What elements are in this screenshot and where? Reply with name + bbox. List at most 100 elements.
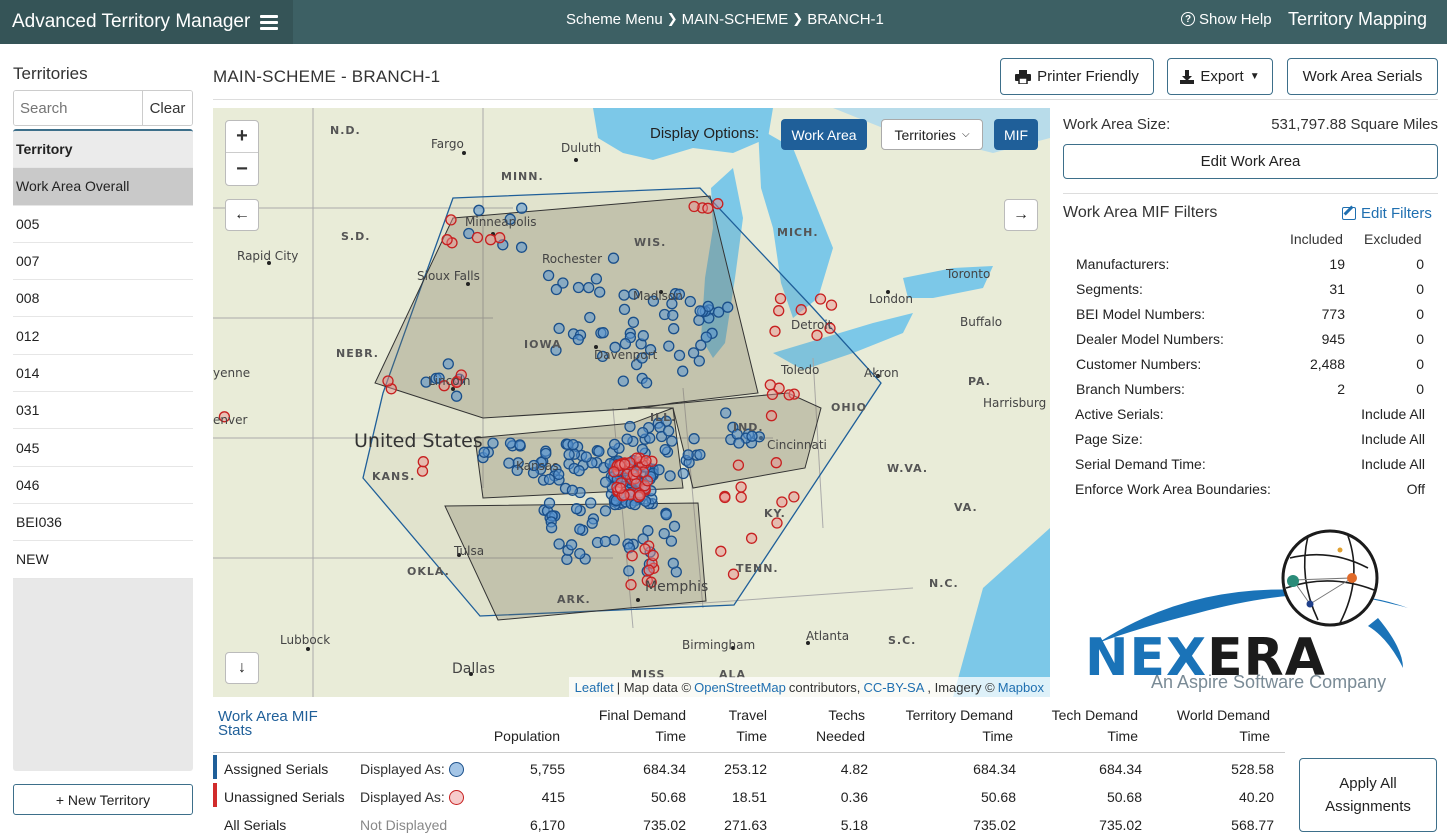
serial-marker[interactable] [773,305,785,317]
territory-item[interactable]: 031 [13,392,193,430]
pan-left-button[interactable]: ← [225,199,259,231]
serial-marker[interactable] [627,316,640,328]
serial-marker[interactable] [545,522,558,534]
serial-marker[interactable] [765,410,778,422]
serial-marker[interactable] [745,532,758,544]
hamburger-menu-icon[interactable] [260,14,279,30]
serial-marker[interactable] [566,484,579,496]
serial-marker[interactable] [688,200,700,213]
serial-marker[interactable] [585,497,597,509]
mapbox-link[interactable]: Mapbox [998,680,1044,695]
serial-marker[interactable] [608,466,620,478]
serial-marker[interactable] [590,273,603,285]
serial-marker[interactable] [516,202,528,214]
mif-toggle[interactable]: MIF [994,119,1038,150]
serial-marker[interactable] [567,438,579,451]
serial-marker[interactable] [565,539,578,551]
serial-marker[interactable] [607,252,620,264]
serial-marker[interactable] [540,447,552,460]
clear-search-button[interactable]: Clear [142,91,192,125]
serial-marker[interactable] [695,339,707,351]
serial-marker[interactable] [514,439,526,451]
serial-marker[interactable] [618,289,630,301]
serial-marker[interactable] [441,234,453,246]
territory-item[interactable]: 005 [13,205,193,243]
serial-marker[interactable] [504,437,517,449]
serial-marker[interactable] [664,470,676,482]
serial-marker[interactable] [640,377,653,389]
new-territory-button[interactable]: + New Territory [13,784,193,815]
territory-map[interactable]: N.D. Fargo Duluth MINN. MICH. Minneapoli… [213,108,1050,697]
breadcrumb-scheme-menu[interactable]: Scheme Menu [566,11,663,28]
serial-marker[interactable] [382,375,394,387]
serial-marker[interactable] [623,565,635,577]
serial-marker[interactable] [618,303,631,316]
serial-marker[interactable] [553,322,565,335]
territory-item[interactable]: 014 [13,354,193,393]
serial-marker[interactable] [572,281,585,294]
serial-marker[interactable] [543,497,556,509]
serial-marker[interactable] [783,389,795,401]
serial-marker[interactable] [574,547,586,560]
serial-marker[interactable] [494,232,506,244]
serial-marker[interactable] [573,465,585,477]
territory-item[interactable]: BEI036 [13,503,193,542]
serial-marker[interactable] [503,457,515,469]
pan-down-button[interactable]: ↓ [225,652,259,684]
serial-marker[interactable] [825,299,838,311]
serial-marker[interactable] [673,349,686,362]
breadcrumb-main-scheme[interactable]: MAIN-SCHEME [682,11,789,28]
serial-marker[interactable] [450,390,463,402]
serial-marker[interactable] [795,304,807,316]
serial-marker[interactable] [417,456,429,468]
serial-marker[interactable] [484,234,497,246]
territory-item-work-area-overall[interactable]: Work Area Overall [13,168,193,206]
serial-marker[interactable] [647,549,659,562]
apply-all-assignments-button[interactable]: Apply All Assignments [1299,758,1437,832]
serial-marker[interactable] [442,358,454,370]
serial-marker[interactable] [693,355,705,367]
edit-filters-link[interactable]: Edit Filters [1342,205,1432,222]
serial-marker[interactable] [624,420,636,433]
serial-marker[interactable] [574,523,586,535]
serial-marker[interactable] [719,491,731,504]
serial-marker[interactable] [682,449,694,461]
serial-marker[interactable] [593,445,605,458]
serial-marker[interactable] [487,437,499,449]
serial-marker[interactable] [660,509,672,521]
serial-marker[interactable] [694,305,706,317]
territory-item[interactable]: 046 [13,466,193,504]
serial-marker[interactable] [814,293,827,305]
serial-marker[interactable] [663,340,675,352]
serial-marker[interactable] [630,465,642,478]
serial-marker[interactable] [599,505,612,517]
serial-marker[interactable] [667,557,679,569]
serial-marker[interactable] [722,301,734,313]
serial-marker[interactable] [584,311,596,324]
territory-item[interactable]: 045 [13,429,193,467]
serial-marker[interactable] [788,491,800,503]
serial-marker[interactable] [572,333,584,346]
serial-marker[interactable] [561,553,573,566]
serial-marker[interactable] [599,476,612,488]
show-help-link[interactable]: ? Show Help [1181,0,1272,38]
serial-marker[interactable] [668,323,680,335]
serial-marker[interactable] [586,517,598,529]
export-dropdown[interactable]: Export ▼ [1167,58,1273,95]
serial-marker[interactable] [776,496,788,508]
serial-marker[interactable] [677,365,689,377]
serial-marker[interactable] [712,306,725,318]
zoom-in-button[interactable]: + [226,121,258,153]
serial-marker[interactable] [416,465,429,477]
serial-marker[interactable] [667,309,679,321]
serial-marker[interactable] [712,198,724,210]
serial-marker[interactable] [583,281,595,294]
serial-marker[interactable] [614,482,627,494]
territories-dropdown[interactable]: Territories ⌵ [881,119,983,150]
work-area-serials-button[interactable]: Work Area Serials [1287,58,1438,95]
serial-marker[interactable] [702,202,714,214]
serial-marker[interactable] [653,464,665,476]
serial-marker[interactable] [634,489,646,501]
territory-search-input[interactable] [14,91,142,125]
serial-marker[interactable] [677,467,689,480]
